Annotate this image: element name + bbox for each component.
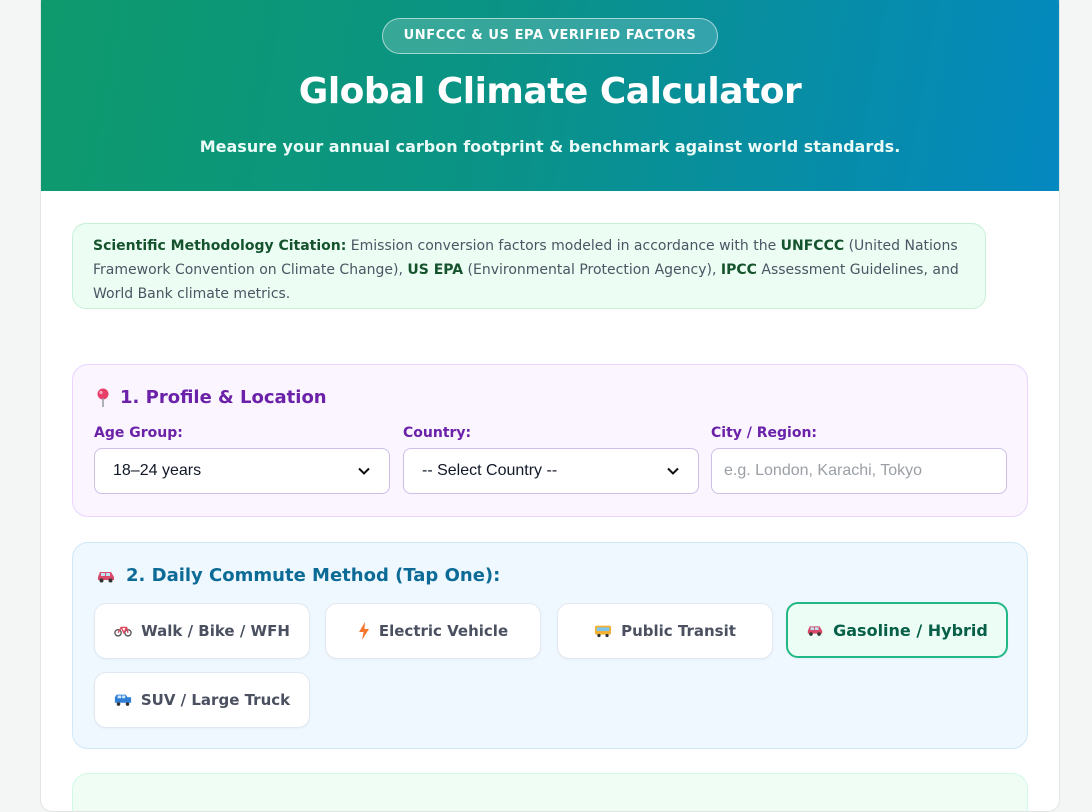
commute-option-label: Walk / Bike / WFH (141, 622, 290, 640)
citation-ipcc: IPCC (720, 262, 757, 278)
commute-section-title: 2. Daily Commute Method (Tap One): (96, 565, 500, 586)
verified-badge: UNFCCC & US EPA VERIFIED FACTORS (382, 18, 718, 54)
city-field: City / Region: e.g. London, Karachi, Tok… (711, 425, 1007, 494)
commute-option-transit[interactable]: Public Transit (557, 603, 773, 659)
commute-title-text: 2. Daily Commute Method (Tap One): (126, 565, 501, 586)
next-section (72, 773, 1028, 811)
hero-header: UNFCCC & US EPA VERIFIED FACTORS Global … (41, 0, 1059, 191)
commute-option-gasoline[interactable]: Gasoline / Hybrid (786, 602, 1008, 658)
suv-icon (114, 694, 131, 706)
age-group-label: Age Group: (94, 425, 183, 441)
page-title: Global Climate Calculator (298, 71, 802, 112)
page-subtitle: Measure your annual carbon footprint & b… (199, 137, 901, 156)
citation-lead: Scientific Methodology Citation: (93, 238, 347, 254)
commute-section: 2. Daily Commute Method (Tap One): Walk … (72, 542, 1028, 749)
car-icon (98, 571, 114, 582)
commute-option-label: Gasoline / Hybrid (833, 620, 988, 640)
city-placeholder: e.g. London, Karachi, Tokyo (724, 462, 923, 479)
pin-icon (97, 388, 109, 407)
city-label: City / Region: (711, 425, 818, 441)
methodology-citation: Scientific Methodology Citation: Emissio… (72, 223, 986, 309)
calculator-card: UNFCCC & US EPA VERIFIED FACTORS Global … (40, 0, 1060, 812)
city-input[interactable]: e.g. London, Karachi, Tokyo (711, 448, 1007, 494)
bicycle-icon (114, 626, 132, 637)
citation-epa: US EPA (407, 262, 464, 278)
age-group-select[interactable]: 18–24 years (94, 448, 390, 494)
commute-option-suv[interactable]: SUV / Large Truck (94, 672, 310, 728)
citation-text: Emission conversion factors modeled in a… (346, 238, 781, 254)
lightning-icon (358, 622, 369, 640)
bus-icon (594, 625, 612, 638)
country-select[interactable]: -- Select Country -- (403, 448, 699, 494)
age-group-value: 18–24 years (113, 462, 202, 479)
commute-option-walk[interactable]: Walk / Bike / WFH (94, 603, 310, 659)
commute-option-label: Electric Vehicle (378, 622, 509, 640)
profile-section: 1. Profile & Location Age Group: 18–24 y… (72, 364, 1028, 517)
profile-section-title: 1. Profile & Location (96, 387, 327, 408)
country-value: -- Select Country -- (422, 462, 558, 479)
car-icon (807, 626, 823, 636)
profile-title-text: 1. Profile & Location (120, 387, 327, 408)
chevron-down-icon (358, 467, 370, 475)
citation-unfccc: UNFCCC (780, 238, 845, 254)
age-group-field: Age Group: 18–24 years (94, 425, 390, 494)
country-field: Country: -- Select Country -- (403, 425, 699, 494)
chevron-down-icon (667, 467, 679, 475)
commute-option-ev[interactable]: Electric Vehicle (325, 603, 541, 659)
citation-text: (Environmental Protection Agency), (463, 262, 721, 278)
country-label: Country: (403, 425, 472, 441)
commute-option-label: Public Transit (621, 622, 736, 640)
commute-option-label: SUV / Large Truck (140, 691, 291, 709)
